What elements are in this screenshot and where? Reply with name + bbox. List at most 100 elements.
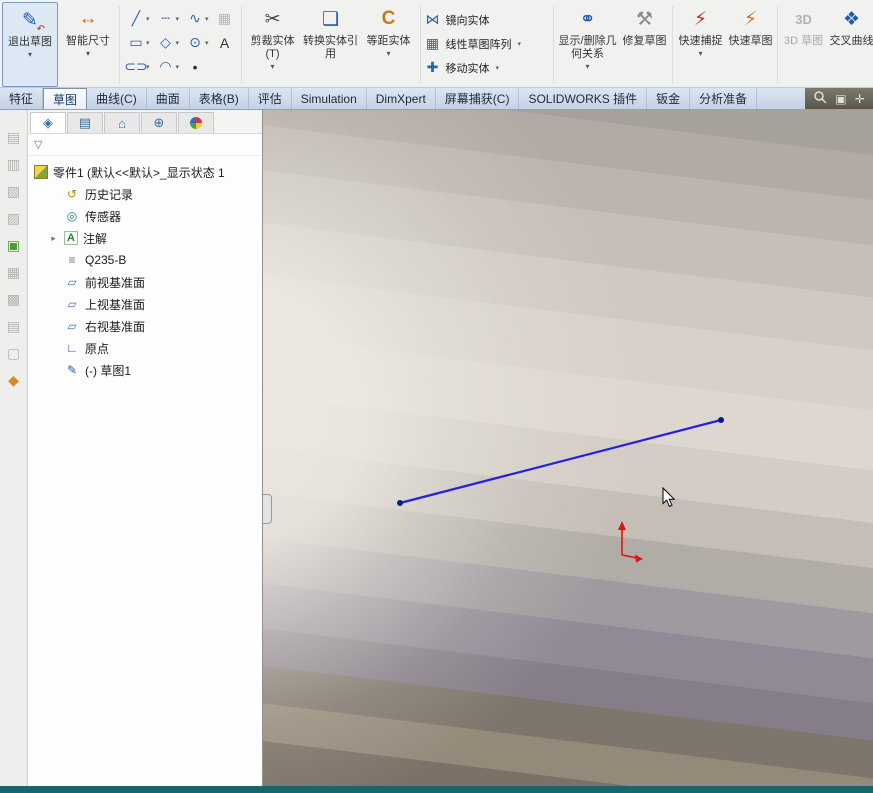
sketch-endpoint-2[interactable] (718, 417, 724, 423)
convert-entities-button[interactable]: ❏ 转换实体引用 (303, 2, 359, 87)
dropdown-caret-icon[interactable]: ▾ (176, 15, 180, 23)
tree-item-label: Q235-B (85, 253, 127, 267)
quick-snaps-label: 快速捕捉 (678, 35, 723, 47)
side-tool-icon[interactable]: ▩ (5, 290, 23, 308)
dimxpertmanager-tab[interactable]: ⊕ (141, 112, 177, 133)
display-relations-icon: ⚭ (579, 8, 596, 30)
zoom-icon[interactable] (813, 90, 827, 107)
side-tool-icon[interactable]: ▥ (5, 155, 23, 173)
dropdown-caret-icon[interactable]: ▾ (205, 15, 209, 23)
line-tool-button[interactable]: ╱ ▾ (127, 10, 150, 28)
rectangle-tool-button[interactable]: ▭ ▾ (127, 34, 150, 52)
ribbon-toolbar: ✎ ↶ 退出草图 ▾ ↔ 智能尺寸 ▾ ╱ ▾ ┄ ▾ ∿ ▾ ▦ ▭ ▾ ◇ ▾ ⊙ ▾ A… (0, 0, 873, 88)
mirror-entities-label: 镜向实体 (445, 14, 490, 27)
point-tool-button[interactable]: • (186, 58, 204, 76)
arc-icon: ◠ (159, 58, 172, 74)
tree-item-history[interactable]: ↺ 历史记录 (28, 183, 262, 205)
mirror-entities-button[interactable]: ⋈ 镜向实体 (424, 11, 550, 28)
dropdown-caret-icon[interactable]: ▾ (205, 39, 209, 47)
dropdown-caret-icon[interactable]: ▾ (146, 63, 150, 71)
tab-screen-capture[interactable]: 屏幕捕获(C) (436, 88, 520, 109)
display-relations-dropdown-icon[interactable]: ▾ (586, 62, 590, 71)
polygon-tool-button[interactable]: ◇ ▾ (157, 34, 180, 52)
trim-entities-button[interactable]: ✂ 剪裁实体(T) ▾ (245, 2, 301, 87)
tree-item-sketch1[interactable]: ✎ (-) 草图1 (28, 359, 262, 381)
exit-sketch-dropdown-icon[interactable]: ▾ (28, 50, 32, 59)
propertymanager-tab[interactable]: ▤ (67, 112, 103, 133)
sketch-line[interactable] (399, 418, 722, 505)
dropdown-caret-icon[interactable]: ▾ (146, 39, 150, 47)
tab-tables[interactable]: 表格(B) (190, 88, 249, 109)
side-tool-icon[interactable]: ▤ (5, 128, 23, 146)
left-tool-strip: ▤ ▥ ▧ ▨ ▣ ▦ ▩ ▤ ▢ ◆ (0, 110, 28, 786)
smart-dimension-button[interactable]: ↔ 智能尺寸 ▾ (60, 2, 116, 87)
tab-curves[interactable]: 曲线(C) (87, 88, 147, 109)
dropdown-caret-icon[interactable]: ▾ (176, 39, 180, 47)
sketch-endpoint-1[interactable] (397, 500, 403, 506)
tab-sketch[interactable]: 草图 (43, 88, 88, 109)
tree-item-annotations[interactable]: ▸ A 注解 (28, 227, 262, 249)
tab-simulation[interactable]: Simulation (292, 88, 367, 109)
tree-item-label: 原点 (85, 341, 110, 356)
tree-item-part-root[interactable]: 零件1 (默认<<默认>_显示状态 1 (28, 161, 262, 183)
tab-features[interactable]: 特征 (0, 88, 44, 109)
displaymanager-tab[interactable] (178, 112, 214, 133)
expand-arrow-icon[interactable]: ▸ (48, 233, 59, 244)
featuremanager-tab[interactable]: ◈ (30, 112, 66, 133)
text-tool-button[interactable]: A (216, 34, 234, 52)
slot-tool-button[interactable]: ⊂⊃ ▾ (124, 58, 150, 76)
side-tool-icon[interactable]: ▦ (5, 263, 23, 281)
active-part-icon[interactable]: ▣ (5, 236, 23, 254)
side-tool-icon[interactable]: ▧ (5, 182, 23, 200)
tree-item-origin[interactable]: ∟ 原点 (28, 337, 262, 359)
exit-sketch-button[interactable]: ✎ ↶ 退出草图 ▾ (2, 2, 58, 87)
ribbon-separator (671, 6, 673, 83)
graphics-viewport[interactable] (263, 110, 873, 786)
quick-snaps-dropdown-icon[interactable]: ▾ (699, 49, 703, 58)
tree-item-sensors[interactable]: ◎ 传感器 (28, 205, 262, 227)
trim-dropdown-icon[interactable]: ▾ (271, 62, 275, 71)
tree-item-top-plane[interactable]: ▱ 上视基准面 (28, 293, 262, 315)
tab-dimxpert[interactable]: DimXpert (367, 88, 436, 109)
tree-item-right-plane[interactable]: ▱ 右视基准面 (28, 315, 262, 337)
side-tool-icon[interactable]: ▨ (5, 209, 23, 227)
status-bar (0, 786, 873, 793)
panel-collapse-handle[interactable] (263, 494, 272, 524)
centerline-tool-button[interactable]: ┄ ▾ (157, 10, 180, 28)
tab-surfaces[interactable]: 曲面 (147, 88, 190, 109)
move-entities-button[interactable]: ✚ 移动实体 ▾ (424, 59, 550, 76)
smart-dimension-dropdown-icon[interactable]: ▾ (86, 49, 90, 58)
repair-sketch-button[interactable]: ⚒ 修复草图 (621, 2, 669, 87)
tree-filter-bar[interactable]: ▽ (28, 134, 262, 156)
tab-analysis-preparation[interactable]: 分析准备 (690, 88, 758, 109)
side-tool-icon[interactable]: ◆ (5, 371, 23, 389)
tree-item-material[interactable]: ≡ Q235-B (28, 249, 262, 271)
exit-sketch-icon: ✎ ↶ (22, 9, 45, 36)
spline-tool-button[interactable]: ∿ ▾ (186, 10, 209, 28)
linear-pattern-button[interactable]: ▦ 线性草图阵列 ▾ (424, 35, 550, 52)
polygon-icon: ◇ (160, 34, 171, 50)
offset-dropdown-icon[interactable]: ▾ (387, 49, 391, 58)
tab-solidworks-addins[interactable]: SOLIDWORKS 插件 (519, 88, 648, 109)
arc-tool-button[interactable]: ◠ ▾ (157, 58, 180, 76)
display-delete-relations-button[interactable]: ⚭ 显示/删除几何关系 ▾ (557, 2, 619, 87)
side-tool-icon[interactable]: ▢ (5, 344, 23, 362)
tab-evaluate[interactable]: 评估 (249, 88, 292, 109)
circle-tool-button[interactable]: ⊙ ▾ (186, 34, 209, 52)
line-icon: ╱ (131, 10, 141, 26)
quick-snaps-button[interactable]: ⚡ 快速捕捉 ▾ (676, 2, 726, 87)
dropdown-caret-icon[interactable]: ▾ (146, 15, 150, 23)
dropdown-caret-icon[interactable]: ▾ (176, 63, 180, 71)
move-dropdown-icon[interactable]: ▾ (496, 64, 500, 72)
intersection-curve-button[interactable]: ❖ 交叉曲线 (829, 2, 873, 87)
side-tool-icon[interactable]: ▤ (5, 317, 23, 335)
rapid-sketch-button[interactable]: ⚡ 快速草图 (728, 2, 774, 87)
configurationmanager-tab[interactable]: ⌂ (104, 112, 140, 133)
ribbon-tab-bar: 特征 草图 曲线(C) 曲面 表格(B) 评估 Simulation DimXp… (0, 88, 873, 110)
linear-pattern-dropdown-icon[interactable]: ▾ (518, 40, 522, 48)
tree-item-front-plane[interactable]: ▱ 前视基准面 (28, 271, 262, 293)
view-orientation-icon[interactable]: ✛ (855, 92, 865, 106)
offset-entities-button[interactable]: C 等距实体 ▾ (361, 2, 417, 87)
section-view-icon[interactable]: ▣ (835, 92, 846, 106)
tab-sheet-metal[interactable]: 钣金 (647, 88, 691, 109)
